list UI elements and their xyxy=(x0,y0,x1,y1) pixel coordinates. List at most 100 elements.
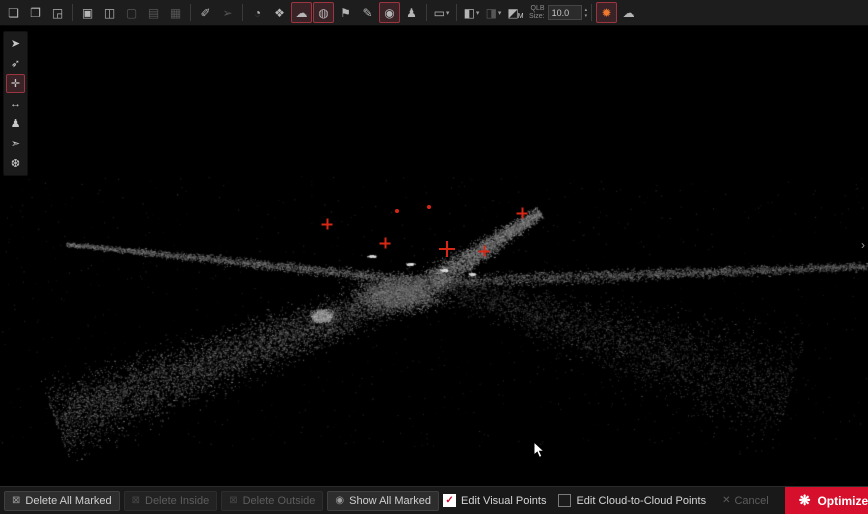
flag-icon: ⚑ xyxy=(340,6,351,20)
camera-pin-button[interactable]: ♟ xyxy=(401,2,422,23)
top-toolbar: ❏❐◲▣◫▢▤▦✐➢◔❖☁◍⚑✎◉♟▭▾◧▾◨▾◩MQLBSize:10.0▴▾… xyxy=(0,0,868,26)
pick-arrow-button[interactable]: ➢ xyxy=(217,2,238,23)
globe-toggle-button[interactable]: ◍ xyxy=(313,2,334,23)
sphere-view-icon: ◔ xyxy=(254,6,261,20)
select-tool[interactable]: ➤ xyxy=(6,34,25,53)
optimize-bundle-label: Optimize Bundle xyxy=(817,494,868,508)
import-layers-icon: ❏ xyxy=(8,6,19,20)
chevron-down-icon: ▾ xyxy=(476,9,480,17)
import-layers-button[interactable]: ❏ xyxy=(3,2,24,23)
pencil-icon: ✎ xyxy=(362,6,372,20)
image-strip-icon: ▤ xyxy=(148,6,159,20)
close-icon: ✕ xyxy=(722,495,730,506)
show-marked-icon: ◉ xyxy=(335,495,344,506)
thumbnail-grid-icon: ▦ xyxy=(170,6,181,20)
edit-visual-points-checkbox[interactable]: ✓ Edit Visual Points xyxy=(443,494,546,507)
knife-tool-icon: ✐ xyxy=(200,6,210,20)
bottom-toolbar: ⊠ Delete All Marked ⊠ Delete Inside ⊠ De… xyxy=(0,486,868,514)
point-cloud-toggle-button[interactable]: ☁ xyxy=(291,2,312,23)
delete-outside-icon: ⊠ xyxy=(229,495,237,506)
control-point-pin-button[interactable]: ◉ xyxy=(379,2,400,23)
point-cloud-toggle-icon: ☁ xyxy=(296,6,308,20)
right-panel-expander[interactable]: › xyxy=(858,232,868,258)
point-cloud-render[interactable] xyxy=(0,26,868,486)
smart-select-tool[interactable]: ➶ xyxy=(6,54,25,73)
zoom-region-button[interactable]: ◲ xyxy=(47,2,68,23)
single-view-icon: ▢ xyxy=(126,6,137,20)
camera-button[interactable]: ▣ xyxy=(77,2,98,23)
cursor-arrow-icon: ➤ xyxy=(11,37,20,50)
delete-inside-label: Delete Inside xyxy=(145,495,209,507)
cloud-tools-button[interactable]: ☁ xyxy=(618,2,639,23)
camera-icon: ▣ xyxy=(82,6,93,20)
spinner-down-icon[interactable]: ▾ xyxy=(585,13,588,19)
toolbar-separator xyxy=(426,4,427,21)
clip-box-icon: ◨ xyxy=(486,6,497,20)
qlb-size-input[interactable]: 10.0 xyxy=(548,5,582,20)
single-view-button[interactable]: ▢ xyxy=(121,2,142,23)
delete-outside-label: Delete Outside xyxy=(243,495,316,507)
model-box-button[interactable]: ◩M xyxy=(505,2,526,23)
window-layout-button[interactable]: ❐ xyxy=(25,2,46,23)
application-window: ❏❐◲▣◫▢▤▦✐➢◔❖☁◍⚑✎◉♟▭▾◧▾◨▾◩MQLBSize:10.0▴▾… xyxy=(0,0,868,514)
optimize-spray-icon: ✹ xyxy=(602,6,612,20)
qlb-size-label-line1: QLB xyxy=(529,5,545,13)
sphere-view-button[interactable]: ◔ xyxy=(247,2,268,23)
person-view-tool[interactable]: ♟ xyxy=(6,114,25,133)
delete-inside-button[interactable]: ⊠ Delete Inside xyxy=(124,491,218,511)
split-view-icon: ◫ xyxy=(104,6,115,20)
chevron-right-icon: › xyxy=(861,238,865,252)
globe-toggle-icon: ◍ xyxy=(318,6,328,20)
toolbar-separator xyxy=(456,4,457,21)
chevron-down-icon: ▾ xyxy=(446,9,450,17)
bottom-right-controls: ✓ Edit Visual Points Edit Cloud-to-Cloud… xyxy=(443,487,868,514)
split-view-button[interactable]: ◫ xyxy=(99,2,120,23)
pencil-button[interactable]: ✎ xyxy=(357,2,378,23)
edit-cloud-to-cloud-checkbox[interactable]: Edit Cloud-to-Cloud Points xyxy=(558,494,706,507)
toolbar-separator xyxy=(72,4,73,21)
delete-all-marked-button[interactable]: ⊠ Delete All Marked xyxy=(4,491,120,511)
optimize-spray-button[interactable]: ✹ xyxy=(596,2,617,23)
selection-mode-button[interactable]: ▭▾ xyxy=(431,2,452,23)
bundle-icon: ❋ xyxy=(799,492,811,509)
move-cross-icon: ✛ xyxy=(11,77,20,90)
clip-box-button[interactable]: ◨▾ xyxy=(483,2,504,23)
model-box-icon-label: M xyxy=(518,13,524,22)
qlb-size-widget: QLBSize:10.0▴▾ xyxy=(529,5,587,21)
edit-visual-points-box[interactable]: ✓ xyxy=(443,494,456,507)
control-point-pin-icon: ◉ xyxy=(384,6,394,20)
qlb-size-label-line2: Size: xyxy=(529,13,545,21)
viewport-3d[interactable]: ➤ ➶ ✛ ↔ ♟ ➣ ❆ › xyxy=(0,26,868,486)
show-all-marked-button[interactable]: ◉ Show All Marked xyxy=(327,491,439,511)
selection-mode-icon: ▭ xyxy=(434,6,445,20)
edit-cloud-to-cloud-box[interactable] xyxy=(558,494,571,507)
paper-plane-icon: ➣ xyxy=(11,137,20,150)
cancel-button[interactable]: ✕ Cancel xyxy=(718,495,773,507)
flag-button[interactable]: ⚑ xyxy=(335,2,356,23)
optimize-bundle-button[interactable]: ❋ Optimize Bundle xyxy=(785,487,868,514)
cloud-tools-icon: ☁ xyxy=(623,6,635,20)
cancel-label: Cancel xyxy=(734,495,768,507)
span-arrows-icon: ↔ xyxy=(10,98,21,110)
image-strip-button[interactable]: ▤ xyxy=(143,2,164,23)
toolbar-separator xyxy=(591,4,592,21)
tags-view-button[interactable]: ❖ xyxy=(269,2,290,23)
qlb-size-spinner[interactable]: ▴▾ xyxy=(585,7,588,19)
delete-inside-icon: ⊠ xyxy=(132,495,140,506)
zoom-region-icon: ◲ xyxy=(52,6,63,20)
delete-marked-icon: ⊠ xyxy=(12,495,20,506)
measure-span-tool[interactable]: ↔ xyxy=(6,94,25,113)
edit-visual-points-label: Edit Visual Points xyxy=(461,495,546,507)
edit-cloud-to-cloud-label: Edit Cloud-to-Cloud Points xyxy=(576,495,706,507)
move-points-tool[interactable]: ✛ xyxy=(6,74,25,93)
chevron-down-icon: ▾ xyxy=(498,9,502,17)
fly-nav-tool[interactable]: ➣ xyxy=(6,134,25,153)
bounding-box-button[interactable]: ◧▾ xyxy=(461,2,482,23)
brush-select-tool[interactable]: ❆ xyxy=(6,154,25,173)
delete-outside-button[interactable]: ⊠ Delete Outside xyxy=(221,491,323,511)
thumbnail-grid-button[interactable]: ▦ xyxy=(165,2,186,23)
cursor-spark-icon: ➶ xyxy=(11,57,20,70)
knife-tool-button[interactable]: ✐ xyxy=(195,2,216,23)
brush-cloud-icon: ❆ xyxy=(11,157,20,170)
bounding-box-icon: ◧ xyxy=(464,6,475,20)
